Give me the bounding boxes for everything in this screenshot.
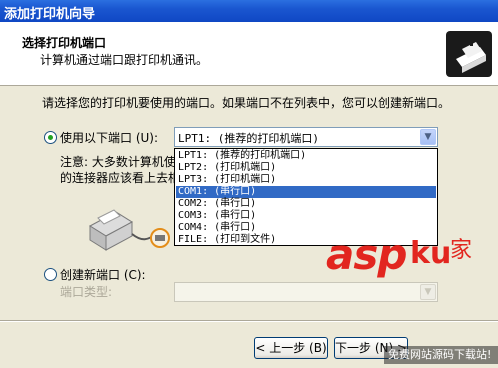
- port-option[interactable]: LPT1: (推荐的打印机端口): [176, 150, 436, 162]
- port-option[interactable]: LPT3: (打印机端口): [176, 174, 436, 186]
- port-option[interactable]: LPT2: (打印机端口): [176, 162, 436, 174]
- page-subtitle: 计算机通过端口跟打印机通讯。: [40, 53, 209, 67]
- note-line-1: 注意: 大多数计算机使: [60, 155, 176, 169]
- watermark-logo: asp ku 家 免费网站源码下载站!: [326, 222, 498, 368]
- watermark-brand: asp: [326, 230, 407, 279]
- port-type-label: 端口类型:: [60, 285, 113, 299]
- window-title: 添加打印机向导: [4, 7, 96, 22]
- create-port-label[interactable]: 创建新端口 (C):: [60, 266, 146, 283]
- page-title: 选择打印机端口: [22, 36, 107, 50]
- watermark-brand-cn: 家: [450, 238, 473, 263]
- port-option[interactable]: COM3: (串行口): [176, 210, 436, 222]
- create-port-radio[interactable]: [44, 268, 57, 281]
- note-text: 注意: 大多数计算机使 的连接器应该看上去相: [60, 154, 178, 186]
- title-bar[interactable]: 添加打印机向导: [0, 0, 498, 22]
- use-port-radio[interactable]: [44, 131, 57, 144]
- port-option[interactable]: COM2: (串行口): [176, 198, 436, 210]
- watermark-brand-suffix: ku: [410, 236, 452, 271]
- note-line-2: 的连接器应该看上去相: [60, 171, 178, 185]
- port-option-highlighted[interactable]: COM1: (串行口): [176, 186, 436, 198]
- printer-header-icon: [446, 31, 492, 77]
- chevron-down-icon[interactable]: ▼: [420, 129, 436, 145]
- watermark-subtitle: 免费网站源码下载站!: [384, 346, 498, 364]
- wizard-header: 选择打印机端口 计算机通过端口跟打印机通讯。: [0, 22, 498, 86]
- back-button[interactable]: < 上一步 (B): [254, 337, 328, 359]
- port-combobox[interactable]: LPT1: (推荐的打印机端口) ▼: [174, 127, 438, 147]
- instruction-text: 请选择您的打印机要使用的端口。如果端口不在列表中，您可以创建新端口。: [42, 96, 451, 110]
- use-port-label[interactable]: 使用以下端口 (U):: [60, 129, 158, 146]
- port-combobox-value: LPT1: (推荐的打印机端口): [178, 132, 319, 145]
- printer-port-illustration: [89, 209, 170, 251]
